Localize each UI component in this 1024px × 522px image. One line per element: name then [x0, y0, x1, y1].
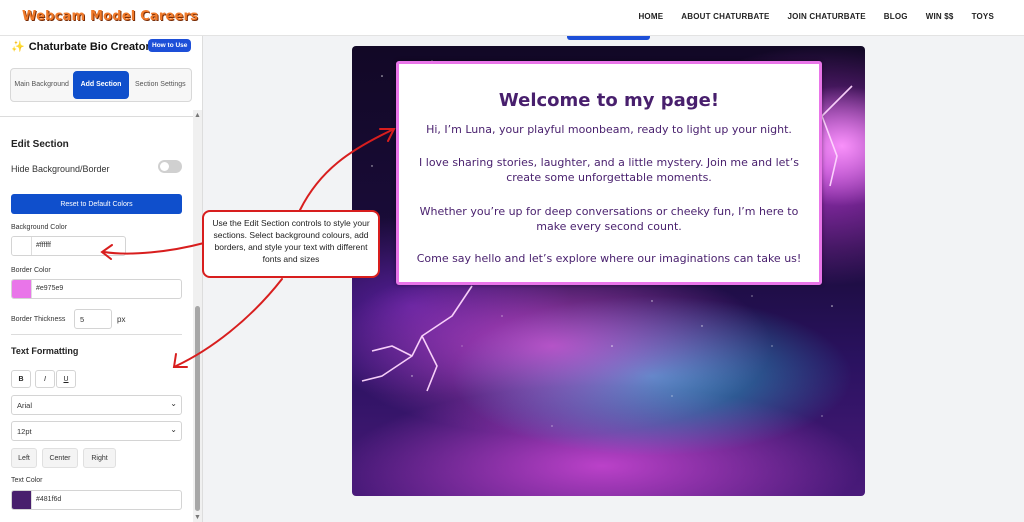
border-color-picker[interactable]: #e975e9	[11, 279, 182, 299]
border-color-label: Border Color	[11, 267, 51, 274]
border-thickness-unit: px	[117, 315, 126, 324]
font-family-value: Arial	[17, 401, 33, 410]
nav-home[interactable]: HOME	[638, 12, 663, 21]
reset-default-colors-button[interactable]: Reset to Default Colors	[11, 194, 182, 214]
text-formatting-heading: Text Formatting	[11, 346, 79, 356]
divider	[0, 116, 193, 117]
background-color-swatch[interactable]	[12, 237, 32, 255]
tab-main-background[interactable]: Main Background	[14, 71, 69, 99]
background-color-picker[interactable]: #ffffff	[11, 236, 126, 256]
align-left-button[interactable]: Left	[11, 448, 37, 468]
bio-paragraph: Whether you’re up for deep conversations…	[419, 205, 799, 233]
text-color-label: Text Color	[11, 477, 43, 484]
align-center-button[interactable]: Center	[42, 448, 78, 468]
top-navigation: Webcam Model Careers HOME ABOUT CHATURBA…	[0, 0, 1024, 36]
editor-panel: ✨ Chaturbate Bio Creator How to Use Main …	[0, 36, 203, 522]
scroll-down-icon[interactable]: ▼	[194, 514, 201, 521]
border-color-value: #e975e9	[36, 285, 64, 292]
nav-about-chaturbate[interactable]: ABOUT CHATURBATE	[681, 12, 769, 21]
bio-paragraph: I love sharing stories, laughter, and a …	[419, 156, 799, 184]
hide-background-toggle[interactable]	[158, 160, 182, 173]
font-size-select[interactable]: 12pt ⌄	[11, 421, 182, 441]
font-family-select[interactable]: Arial ⌄	[11, 395, 182, 415]
panel-tabs: Main Background Add Section Section Sett…	[10, 68, 192, 102]
panel-title-text: Chaturbate Bio Creator	[28, 41, 150, 53]
text-color-value: #481f6d	[36, 496, 62, 503]
text-color-picker[interactable]: #481f6d	[11, 490, 182, 510]
bio-section-card[interactable]: Welcome to my page! Hi, I’m Luna, your p…	[396, 61, 822, 285]
background-color-label: Background Color	[11, 224, 68, 231]
border-color-swatch[interactable]	[12, 280, 32, 298]
panel-title: ✨ Chaturbate Bio Creator	[11, 40, 150, 53]
font-size-value: 12pt	[17, 427, 32, 436]
panel-scrollbar[interactable]: ▲ ▼	[193, 110, 202, 522]
how-to-use-button[interactable]: How to Use	[148, 39, 192, 52]
background-color-value: #ffffff	[36, 242, 51, 249]
nav-join-chaturbate[interactable]: JOIN CHATURBATE	[788, 12, 866, 21]
nav-blog[interactable]: BLOG	[884, 12, 908, 21]
bio-preview: Welcome to my page! Hi, I’m Luna, your p…	[352, 46, 865, 496]
sparkle-icon: ✨	[11, 41, 25, 53]
italic-button[interactable]: I	[35, 370, 55, 388]
bold-button[interactable]: B	[11, 370, 31, 388]
tab-section-settings[interactable]: Section Settings	[133, 71, 188, 99]
hide-background-label: Hide Background/Border	[11, 164, 110, 174]
border-thickness-input[interactable]: 5	[74, 309, 112, 329]
bio-paragraph: Come say hello and let’s explore where o…	[416, 252, 802, 265]
main-nav: HOME ABOUT CHATURBATE JOIN CHATURBATE BL…	[638, 12, 994, 21]
divider	[11, 334, 182, 335]
border-thickness-label: Border Thickness	[11, 316, 66, 323]
align-right-button[interactable]: Right	[83, 448, 116, 468]
nav-win[interactable]: WIN $$	[926, 12, 954, 21]
scroll-thumb[interactable]	[195, 306, 200, 511]
bio-title: Welcome to my page!	[498, 90, 720, 111]
instruction-callout: Use the Edit Section controls to style y…	[202, 210, 380, 278]
tab-add-section[interactable]: Add Section	[73, 71, 129, 99]
scroll-up-icon[interactable]: ▲	[194, 112, 201, 119]
nav-toys[interactable]: TOYS	[972, 12, 994, 21]
edit-section-heading: Edit Section	[11, 139, 69, 150]
site-logo[interactable]: Webcam Model Careers	[22, 9, 198, 24]
underline-button[interactable]: U	[56, 370, 76, 388]
chevron-down-icon: ⌄	[170, 399, 177, 408]
text-color-swatch[interactable]	[12, 491, 32, 509]
preview-tab[interactable]	[567, 36, 650, 40]
bio-paragraph: Hi, I’m Luna, your playful moonbeam, rea…	[426, 123, 792, 136]
chevron-down-icon: ⌄	[170, 425, 177, 434]
